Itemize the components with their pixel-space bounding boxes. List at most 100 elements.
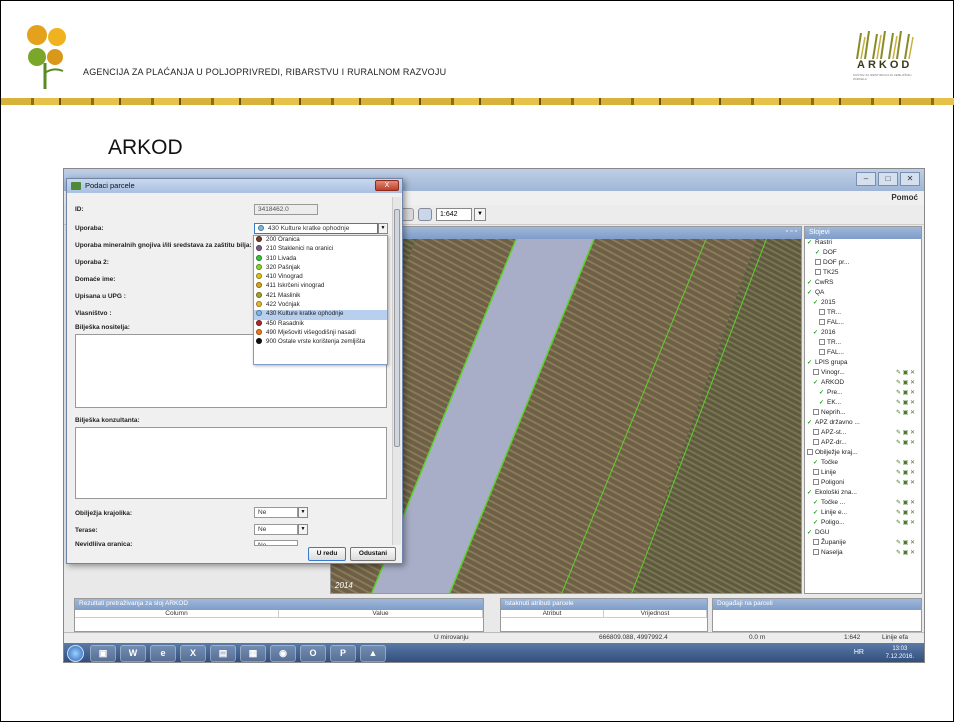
layer-item[interactable]: APZ-st... ✎ ▣ ✕ [805, 429, 921, 439]
checkbox-icon[interactable] [813, 409, 819, 416]
minimize-icon[interactable]: – [856, 172, 876, 186]
checkbox-icon[interactable] [819, 319, 825, 326]
layer-item[interactable]: APZ-dr... ✎ ▣ ✕ [805, 439, 921, 449]
start-button[interactable] [67, 645, 84, 662]
uporaba-option[interactable]: 410 Vinograd [254, 273, 387, 282]
layer-actions-icon[interactable]: ✎ ▣ ✕ [896, 479, 915, 486]
layer-actions-icon[interactable]: ✎ ▣ ✕ [896, 539, 915, 546]
taskbar-clock[interactable]: 13:03 7.12.2016. [886, 645, 914, 661]
layer-item[interactable]: ✓ Točke ... ✎ ▣ ✕ [805, 499, 921, 509]
layer-item[interactable]: ✓ CwRS [805, 279, 921, 289]
ok-button[interactable]: U redu [308, 547, 346, 561]
uporaba-option[interactable]: 490 Mješoviti višegodišnji nasadi [254, 328, 387, 338]
layer-item[interactable]: Županije ✎ ▣ ✕ [805, 539, 921, 549]
layer-item[interactable]: Neprih... ✎ ▣ ✕ [805, 409, 921, 419]
checkbox-icon[interactable]: ✓ [807, 489, 813, 496]
taskbar-excel-icon[interactable]: X [180, 645, 206, 662]
uporaba-option[interactable]: 210 Staklenici na oranici [254, 245, 387, 254]
checkbox-icon[interactable]: ✓ [807, 419, 813, 426]
chevron-down-icon[interactable]: ▼ [298, 507, 308, 518]
layer-actions-icon[interactable]: ✎ ▣ ✕ [896, 389, 915, 396]
checkbox-icon[interactable]: ✓ [813, 509, 819, 516]
layer-item[interactable]: ✓ LPIS grupa [805, 359, 921, 369]
terase-select[interactable]: Ne [254, 524, 298, 535]
layer-actions-icon[interactable]: ✎ ▣ ✕ [896, 429, 915, 436]
taskbar-arkod-icon[interactable]: ▲ [360, 645, 386, 662]
taskbar-chrome-icon[interactable]: ◉ [270, 645, 296, 662]
checkbox-icon[interactable]: ✓ [813, 459, 819, 466]
layer-item[interactable]: Naselja ✎ ▣ ✕ [805, 549, 921, 559]
taskbar-outlook-icon[interactable]: O [300, 645, 326, 662]
uporaba-option[interactable]: 200 Oranica [254, 236, 387, 245]
layer-item[interactable]: TR... [805, 339, 921, 349]
uporaba-option[interactable]: 430 Kulture kratke ophodnje [254, 310, 387, 320]
checkbox-icon[interactable]: ✓ [819, 399, 825, 406]
chevron-down-icon[interactable]: ▼ [474, 208, 486, 221]
checkbox-icon[interactable] [819, 309, 825, 316]
dialog-close-button[interactable]: X [375, 180, 399, 191]
checkbox-icon[interactable] [815, 269, 821, 276]
layer-item[interactable]: ✓ Točke ✎ ▣ ✕ [805, 459, 921, 469]
uporaba-option[interactable]: 422 Voćnjak [254, 301, 387, 310]
uporaba-option[interactable]: 320 Pašnjak [254, 263, 387, 273]
checkbox-icon[interactable] [813, 469, 819, 476]
layer-actions-icon[interactable]: ✎ ▣ ✕ [896, 509, 915, 516]
layer-item[interactable]: ✓ Ekološki zna... [805, 489, 921, 499]
checkbox-icon[interactable]: ✓ [813, 519, 819, 526]
uporaba-select[interactable]: 430 Kulture kratke ophodnje [254, 223, 378, 234]
print-icon[interactable] [418, 208, 432, 221]
scale-input[interactable]: 1:642 [436, 208, 472, 221]
taskbar-explorer-icon[interactable]: ▣ [90, 645, 116, 662]
checkbox-icon[interactable] [813, 549, 819, 556]
layer-item[interactable]: Obilježje kraj... [805, 449, 921, 459]
uporaba-option[interactable]: 900 Ostale vrste korištenja zemljišta [254, 338, 387, 347]
taskbar-folder-icon[interactable]: ▤ [210, 645, 236, 662]
layer-actions-icon[interactable]: ✎ ▣ ✕ [896, 369, 915, 376]
taskbar-word-icon[interactable]: W [120, 645, 146, 662]
taskbar-powerpoint-icon[interactable]: P [330, 645, 356, 662]
checkbox-icon[interactable]: ✓ [807, 359, 813, 366]
layer-item[interactable]: ✓ Linije e... ✎ ▣ ✕ [805, 509, 921, 519]
checkbox-icon[interactable] [813, 479, 819, 486]
checkbox-icon[interactable] [813, 369, 819, 376]
results-col-column[interactable]: Column [75, 610, 279, 617]
layer-actions-icon[interactable]: ✎ ▣ ✕ [896, 519, 915, 526]
taskbar-calculator-icon[interactable]: ▦ [240, 645, 266, 662]
checkbox-icon[interactable]: ✓ [807, 529, 813, 536]
checkbox-icon[interactable] [813, 439, 819, 446]
layer-item[interactable]: ✓ ARKOD ✎ ▣ ✕ [805, 379, 921, 389]
layer-item[interactable]: ✓ DGU [805, 529, 921, 539]
checkbox-icon[interactable] [819, 339, 825, 346]
layer-actions-icon[interactable]: ✎ ▣ ✕ [896, 399, 915, 406]
menu-help[interactable]: Pomoć [891, 193, 918, 202]
layer-actions-icon[interactable]: ✎ ▣ ✕ [896, 499, 915, 506]
layer-actions-icon[interactable]: ✎ ▣ ✕ [896, 409, 915, 416]
taskbar-language[interactable]: HR [854, 649, 864, 656]
maximize-icon[interactable]: □ [878, 172, 898, 186]
uporaba-option[interactable]: 421 Maslinik [254, 291, 387, 301]
checkbox-icon[interactable] [813, 539, 819, 546]
checkbox-icon[interactable]: ✓ [813, 329, 819, 336]
chevron-down-icon[interactable]: ▼ [378, 223, 388, 234]
checkbox-icon[interactable]: ✓ [813, 379, 819, 386]
layer-item[interactable]: ✓ QA [805, 289, 921, 299]
layer-item[interactable]: ✓ DOF [805, 249, 921, 259]
checkbox-icon[interactable]: ✓ [813, 499, 819, 506]
cancel-button[interactable]: Odustani [350, 547, 396, 561]
checkbox-icon[interactable]: ✓ [815, 249, 821, 256]
obiljezja-krajolika-select[interactable]: Ne [254, 507, 298, 518]
layer-actions-icon[interactable]: ✎ ▣ ✕ [896, 379, 915, 386]
layer-actions-icon[interactable]: ✎ ▣ ✕ [896, 549, 915, 556]
layer-item[interactable]: ✓ 2016 [805, 329, 921, 339]
next-field-select[interactable]: Ne [254, 540, 298, 546]
layer-item[interactable]: TR... [805, 309, 921, 319]
checkbox-icon[interactable]: ✓ [807, 289, 813, 296]
scrollbar-thumb[interactable] [394, 209, 400, 447]
checkbox-icon[interactable]: ✓ [807, 239, 813, 246]
checkbox-icon[interactable] [807, 449, 813, 456]
layer-item[interactable]: DOF pr... [805, 259, 921, 269]
layer-actions-icon[interactable]: ✎ ▣ ✕ [896, 469, 915, 476]
layer-item[interactable]: FAL... [805, 349, 921, 359]
layer-item[interactable]: TK25 [805, 269, 921, 279]
layer-actions-icon[interactable]: ✎ ▣ ✕ [896, 439, 915, 446]
